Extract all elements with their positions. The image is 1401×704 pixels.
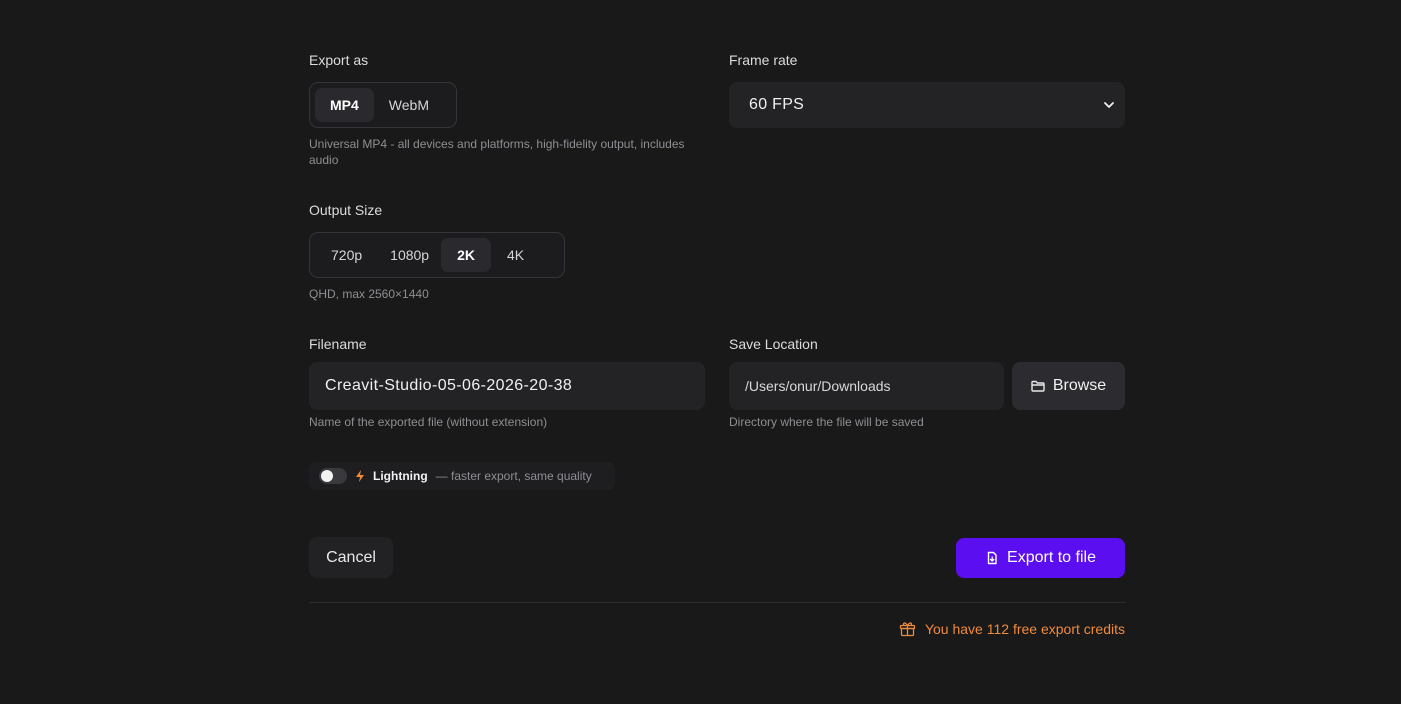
lightning-label: Lightning bbox=[373, 469, 428, 483]
filename-input[interactable]: Creavit-Studio-05-06-2026-20-38 bbox=[309, 362, 705, 410]
lightning-toggle[interactable] bbox=[319, 468, 347, 484]
output-size-description: QHD, max 2560×1440 bbox=[309, 287, 429, 301]
filename-value: Creavit-Studio-05-06-2026-20-38 bbox=[325, 377, 573, 394]
save-location-value: /Users/onur/Downloads bbox=[745, 378, 891, 394]
frame-rate-label: Frame rate bbox=[729, 52, 798, 68]
output-size-label: Output Size bbox=[309, 202, 383, 218]
divider bbox=[309, 602, 1125, 603]
lightning-icon bbox=[356, 470, 364, 482]
export-as-label: Export as bbox=[309, 52, 369, 68]
browse-button[interactable]: Browse bbox=[1012, 362, 1125, 410]
file-export-icon bbox=[987, 551, 997, 565]
format-option-mp4[interactable]: MP4 bbox=[315, 88, 374, 122]
size-option-2k[interactable]: 2K bbox=[441, 238, 491, 272]
export-format-toggle: MP4 WebM bbox=[309, 82, 457, 128]
lightning-description: — faster export, same quality bbox=[435, 469, 592, 483]
export-label: Export to file bbox=[1007, 549, 1096, 566]
format-option-webm[interactable]: WebM bbox=[374, 88, 444, 122]
save-location-input[interactable]: /Users/onur/Downloads bbox=[729, 362, 1004, 410]
cancel-label: Cancel bbox=[326, 548, 376, 566]
save-location-description: Directory where the file will be saved bbox=[729, 415, 924, 429]
export-to-file-button[interactable]: Export to file bbox=[956, 538, 1125, 578]
size-option-720p[interactable]: 720p bbox=[315, 238, 378, 272]
filename-description: Name of the exported file (without exten… bbox=[309, 415, 548, 429]
frame-rate-select[interactable]: 60 FPS bbox=[729, 82, 1125, 128]
save-location-label: Save Location bbox=[729, 336, 818, 352]
export-format-description: Universal MP4 - all devices and platform… bbox=[309, 137, 685, 167]
credits-text: You have 112 free export credits bbox=[924, 620, 1125, 637]
frame-rate-value: 60 FPS bbox=[749, 96, 805, 113]
credits-notice: You have 112 free export credits bbox=[899, 620, 1125, 637]
output-size-toggle: 720p 1080p 2K 4K bbox=[309, 232, 565, 278]
filename-label: Filename bbox=[309, 336, 367, 352]
cancel-button[interactable]: Cancel bbox=[309, 537, 393, 578]
gift-icon bbox=[899, 622, 916, 637]
folder-icon bbox=[1031, 380, 1045, 392]
browse-label: Browse bbox=[1052, 377, 1107, 394]
size-option-4k[interactable]: 4K bbox=[491, 238, 540, 272]
size-option-1080p[interactable]: 1080p bbox=[378, 238, 441, 272]
chevron-down-icon bbox=[1104, 102, 1114, 108]
export-dialog: Export as MP4 WebM Universal MP4 - all d… bbox=[0, 0, 1401, 704]
lightning-option: Lightning — faster export, same quality bbox=[309, 462, 615, 490]
